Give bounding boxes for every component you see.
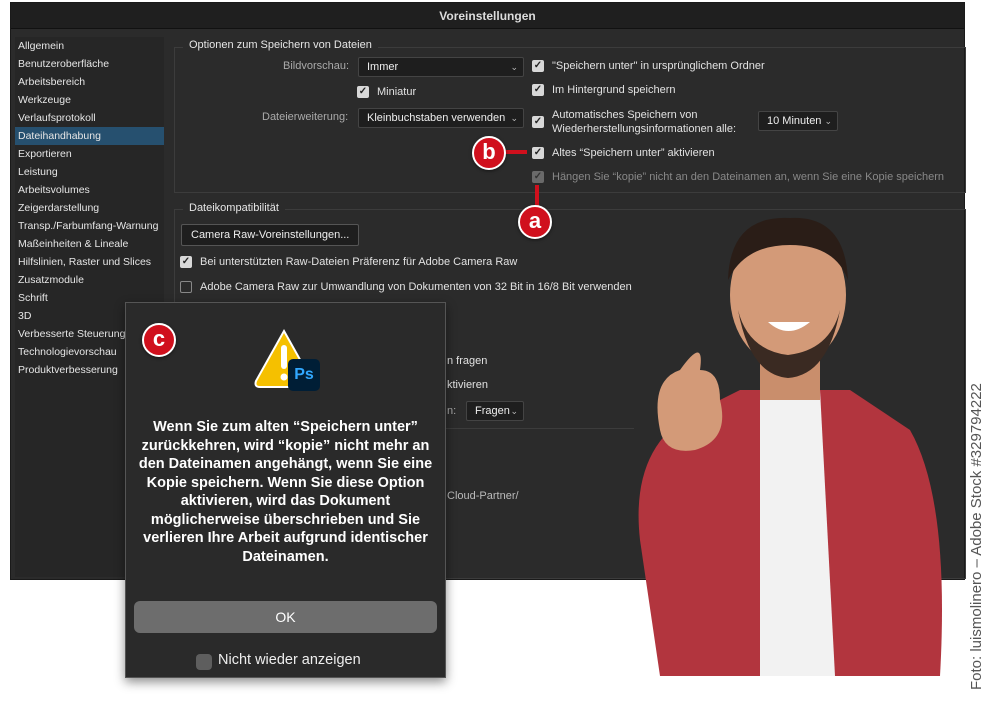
partial-cloud-label: Cloud-Partner/ (447, 490, 519, 502)
background-save-checkbox[interactable]: ✓ (532, 84, 544, 96)
save-as-original-label: "Speichern unter" in ursprünglichem Ordn… (552, 60, 765, 72)
autosave-label: Automatisches Speichern von Wiederherstel… (552, 108, 736, 136)
ask-select[interactable]: Fragen ⌄ (466, 401, 524, 421)
marker-b: b (472, 136, 506, 170)
sidebar-item-dateihandhabung[interactable]: Dateihandhabung (15, 127, 164, 145)
warning-dialog: c Ps Wenn Sie zum alten “Speichern unter… (125, 302, 446, 678)
preview-label: Bildvorschau: (283, 60, 350, 72)
compat-title: Dateikompatibilität (183, 202, 285, 214)
acr-convert-label: Adobe Camera Raw zur Umwandlung von Doku… (200, 281, 632, 293)
chevron-down-icon: ⌄ (510, 406, 518, 416)
ask-value: Fragen (475, 405, 510, 417)
sidebar-item-leistung[interactable]: Leistung (15, 163, 164, 181)
photo-credit: Foto: luismolinero – Adobe Stock #329794… (968, 383, 985, 690)
marker-a: a (518, 205, 552, 239)
autosave-line1: Automatisches Speichern von (552, 109, 698, 121)
save-options-title: Optionen zum Speichern von Dateien (183, 39, 378, 51)
dont-show-label: Nicht wieder anzeigen (218, 652, 361, 668)
sidebar-item-allgemein[interactable]: Allgemein (15, 37, 164, 55)
no-copy-suffix-checkbox[interactable]: ✓ (532, 171, 544, 183)
person-photo (638, 217, 942, 676)
background-save-label: Im Hintergrund speichern (552, 84, 676, 96)
sidebar-item-exportieren[interactable]: Exportieren (15, 145, 164, 163)
preview-select[interactable]: Immer ⌄ (358, 57, 524, 77)
dont-show-checkbox[interactable] (196, 654, 212, 670)
partial-field-label: n: (447, 405, 457, 417)
save-as-original-checkbox[interactable]: ✓ (532, 60, 544, 72)
marker-a-line (535, 185, 539, 207)
sidebar-item-werkzeuge[interactable]: Werkzeuge (15, 91, 164, 109)
sidebar-item-transp-farbumfang-warnung[interactable]: Transp./Farbumfang-Warnung (15, 217, 164, 235)
chevron-down-icon: ⌄ (510, 113, 518, 123)
no-copy-suffix-label: Hängen Sie “kopie” nicht an den Dateinam… (552, 171, 944, 183)
autosave-value: 10 Minuten (767, 115, 822, 127)
sidebar-item-arbeitsvolumes[interactable]: Arbeitsvolumes (15, 181, 164, 199)
prefer-acr-checkbox[interactable]: ✓ (180, 256, 192, 268)
sidebar-item-zusatzmodule[interactable]: Zusatzmodule (15, 271, 164, 289)
legacy-save-as-label: Altes “Speichern unter” aktivieren (552, 147, 715, 159)
marker-b-line (505, 150, 527, 154)
acr-convert-checkbox[interactable] (180, 281, 192, 293)
window-title: Voreinstellungen (11, 3, 964, 29)
partial-ask-label: n fragen (447, 355, 488, 367)
extension-value: Kleinbuchstaben verwenden (367, 112, 506, 124)
ok-button[interactable]: OK (134, 601, 437, 633)
autosave-interval-select[interactable]: 10 Minuten ⌄ (758, 111, 838, 131)
partial-activate-label: ktivieren (447, 379, 488, 391)
preview-value: Immer (367, 61, 399, 73)
thumbnail-checkbox[interactable]: ✓ (357, 86, 369, 98)
sidebar-item-zeigerdarstellung[interactable]: Zeigerdarstellung (15, 199, 164, 217)
prefer-acr-label: Bei unterstützten Raw-Dateien Präferenz … (200, 256, 518, 268)
autosave-checkbox[interactable]: ✓ (532, 116, 544, 128)
thumbnail-label: Miniatur (377, 86, 417, 98)
sidebar-item-hilfslinien-raster-und-slices[interactable]: Hilfslinien, Raster und Slices (15, 253, 164, 271)
chevron-down-icon: ⌄ (824, 116, 832, 126)
photoshop-icon: Ps (288, 359, 320, 391)
dialog-message: Wenn Sie zum alten “Speichern unter” zur… (138, 419, 433, 565)
legacy-save-as-checkbox[interactable]: ✓ (532, 147, 544, 159)
marker-c: c (142, 323, 176, 357)
sidebar-item-maßeinheiten-lineale[interactable]: Maßeinheiten & Lineale (15, 235, 164, 253)
sidebar-item-verlaufsprotokoll[interactable]: Verlaufsprotokoll (15, 109, 164, 127)
sidebar-item-arbeitsbereich[interactable]: Arbeitsbereich (15, 73, 164, 91)
sidebar-item-benutzeroberfläche[interactable]: Benutzeroberfläche (15, 55, 164, 73)
extension-label: Dateierweiterung: (262, 111, 349, 123)
chevron-down-icon: ⌄ (510, 62, 518, 72)
extension-select[interactable]: Kleinbuchstaben verwenden ⌄ (358, 108, 524, 128)
camera-raw-prefs-button[interactable]: Camera Raw-Voreinstellungen... (181, 224, 360, 246)
autosave-line2: Wiederherstellungsinformationen alle: (552, 123, 737, 135)
